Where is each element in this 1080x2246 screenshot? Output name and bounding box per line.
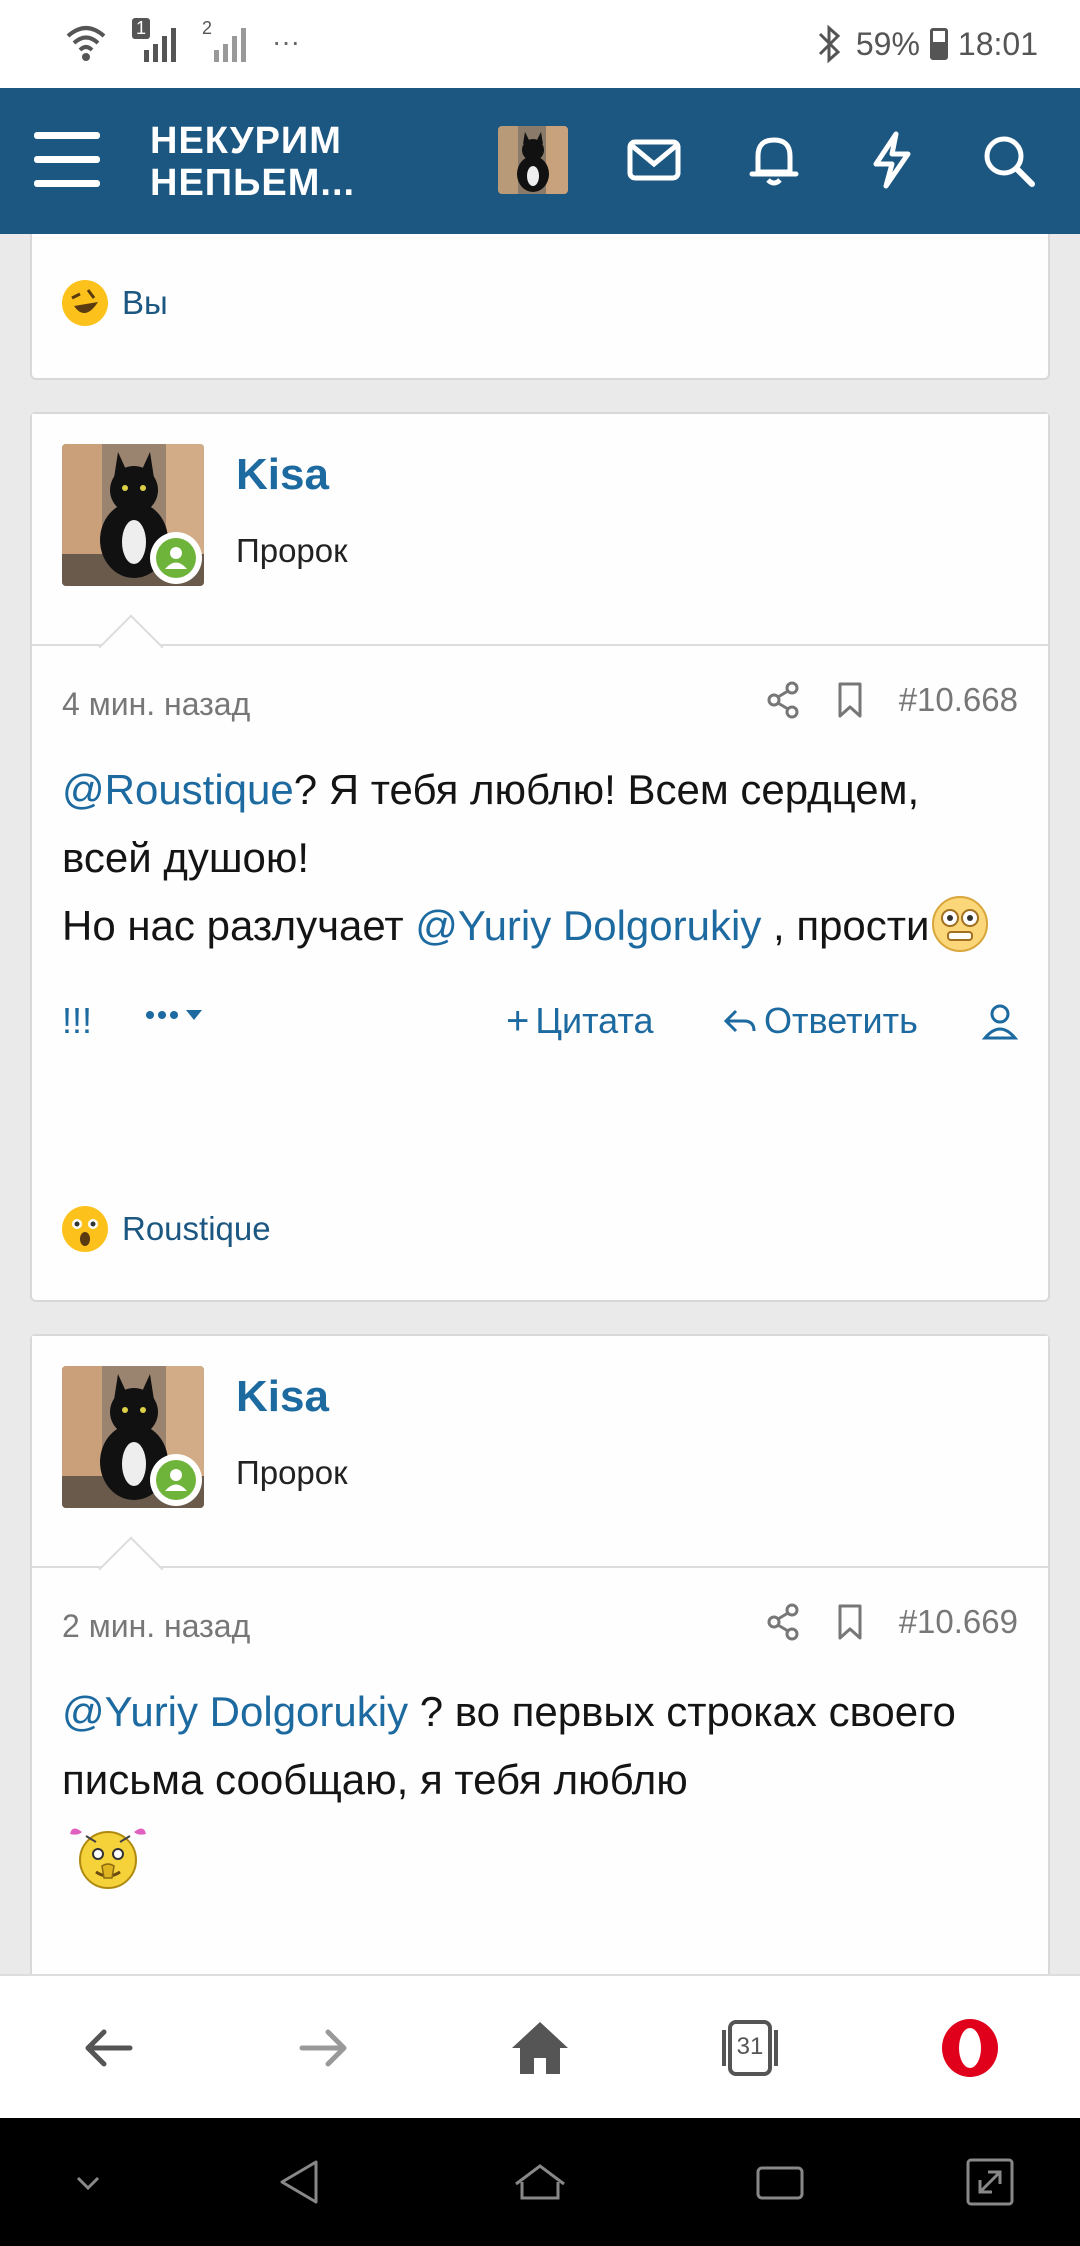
signal-sim2-icon: 2 [202,18,250,66]
system-navigation-bar [0,2118,1080,2246]
reaction-user[interactable]: Вы [122,284,168,322]
user-title: Пророк [236,532,348,569]
lightning-icon[interactable] [860,128,924,192]
user-title: Пророк [236,1454,348,1491]
post-number[interactable]: #10.669 [899,1603,1018,1641]
previous-post-card: Вы [30,234,1050,380]
quote-label: Цитата [535,1000,654,1041]
back-arrow-icon[interactable] [76,2016,140,2080]
forward-arrow-icon[interactable] [292,2016,356,2080]
post-message: @Yuriy Dolgorukiy ? во первых строках св… [32,1678,1048,1914]
user-icon[interactable] [982,1002,1018,1042]
nav-back-icon[interactable] [270,2152,330,2212]
quote-button[interactable]: + Цитата [506,1000,654,1042]
site-header: НЕКУРИМ НЕПЬЕМ... [0,88,1080,234]
post-actions: !!! + Цитата Ответить [32,970,1048,1066]
sim2-label: 2 [202,18,213,38]
message-text: Но нас разлучает [62,902,416,949]
notification-more: ··· [272,26,300,57]
online-status-icon [150,532,202,584]
search-icon[interactable] [976,128,1040,192]
more-actions-button[interactable] [144,1000,214,1030]
reply-label: Ответить [764,1000,918,1041]
reaction-summary[interactable]: Roustique [60,1204,271,1254]
logo-line1: НЕКУРИМ [150,120,342,162]
reaction-user[interactable]: Roustique [122,1210,271,1248]
username[interactable]: Kisa [236,450,329,500]
account-avatar[interactable] [498,126,568,194]
post-card: Kisa Пророк 2 мин. назад #10.669 @Yuriy … [30,1334,1050,2014]
bell-icon[interactable] [742,128,806,192]
nav-expand-icon[interactable] [960,2152,1020,2212]
battery-icon [929,28,948,60]
post-author: Kisa Пророк [32,1336,1048,1602]
tabs-count: 31 [736,2033,764,2060]
menu-icon[interactable] [34,132,100,188]
mention-link[interactable]: @Roustique [62,766,294,813]
status-bar: 1 2 ··· 59% 18:01 [0,0,1080,88]
shy-emoji-icon [70,1828,146,1889]
site-logo[interactable]: НЕКУРИМ НЕПЬЕМ... [150,120,355,204]
post-meta: 4 мин. назад #10.668 [32,646,1048,756]
logo-line2: НЕПЬЕМ... [150,162,356,204]
post-author: Kisa Пророк [32,414,1048,680]
signal-sim1-icon: 1 [132,18,180,66]
browser-toolbar: 31 [0,1974,1080,2120]
home-icon[interactable] [508,2016,572,2080]
reply-icon [723,1009,756,1033]
nav-recents-icon[interactable] [750,2152,810,2212]
laughing-emoji-icon [62,280,108,326]
opera-menu-icon[interactable] [938,2016,1002,2080]
bookmark-icon[interactable] [835,1602,865,1642]
hide-keyboard-icon[interactable] [58,2152,118,2212]
astonished-emoji-icon [62,1206,108,1252]
bluetooth-icon [818,24,841,64]
share-icon[interactable] [765,680,801,720]
post-time[interactable]: 2 мин. назад [62,1608,250,1645]
bookmark-icon[interactable] [835,680,865,720]
clock: 18:01 [957,25,1038,62]
post-number[interactable]: #10.668 [899,681,1018,719]
username[interactable]: Kisa [236,1372,329,1422]
mention-link[interactable]: @Yuriy Dolgorukiy [415,902,761,949]
battery-percent: 59% [855,25,920,62]
inbox-icon[interactable] [622,128,686,192]
mention-link[interactable]: @Yuriy Dolgorukiy [62,1688,408,1735]
reaction-summary[interactable]: Вы [60,278,168,328]
message-text: , прости [761,902,930,949]
plus-icon: + [506,999,530,1043]
post-card: Kisa Пророк 4 мин. назад #10.668 @Rousti… [30,412,1050,1302]
report-button[interactable]: !!! [62,1000,92,1042]
post-meta: 2 мин. назад #10.669 [32,1568,1048,1678]
reply-button[interactable]: Ответить [722,1000,918,1042]
tabs-button[interactable]: 31 [718,2016,782,2080]
nav-home-icon[interactable] [510,2152,570,2212]
flushed-emoji-icon [931,896,988,952]
wifi-icon [66,26,106,61]
post-time[interactable]: 4 мин. назад [62,686,250,723]
post-message: @Roustique? Я тебя люблю! Всем сердцем, … [32,756,1048,960]
online-status-icon [150,1454,202,1506]
share-icon[interactable] [765,1602,801,1642]
